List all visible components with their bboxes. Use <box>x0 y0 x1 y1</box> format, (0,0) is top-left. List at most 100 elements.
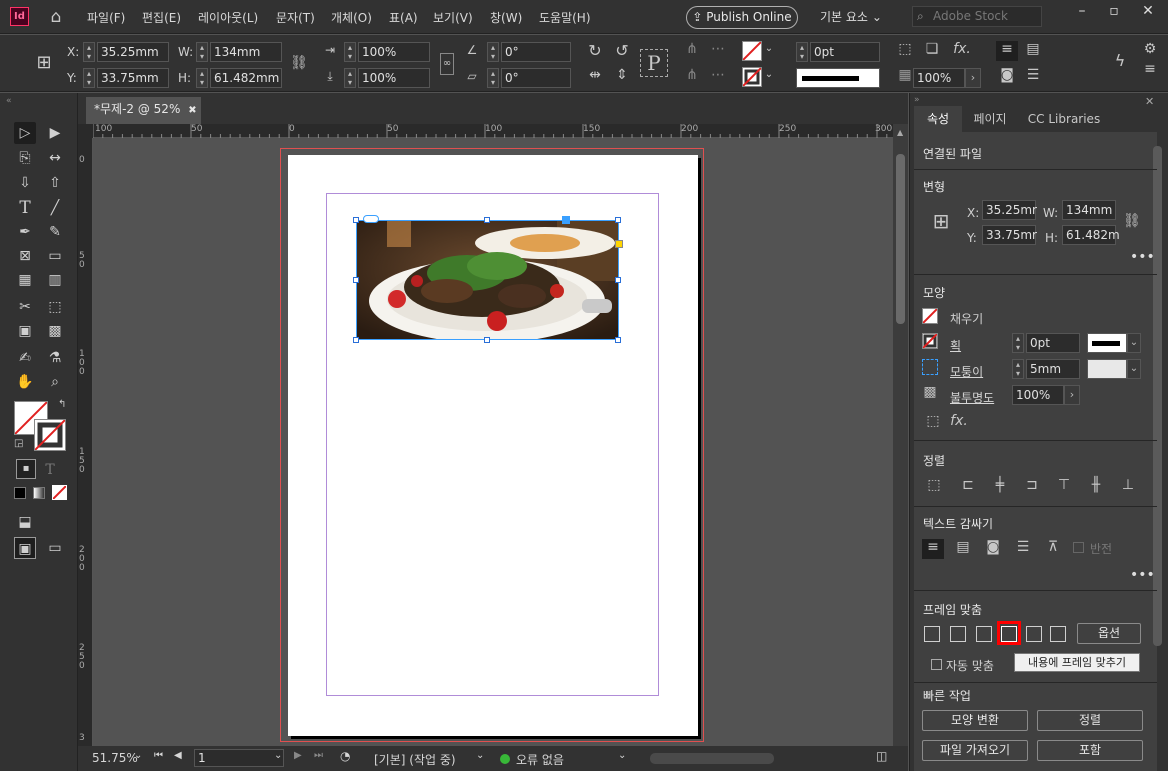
horizontal-scrollbar[interactable] <box>650 753 774 764</box>
fill-frame-proportionally-icon[interactable] <box>924 626 940 642</box>
selection-handle[interactable] <box>484 217 490 223</box>
align-button[interactable]: 정렬 <box>1037 710 1143 731</box>
fill-swatch[interactable] <box>742 41 762 61</box>
rotate-cw-icon[interactable]: ↻ <box>585 41 605 60</box>
select-previous-icon[interactable]: ⋔ <box>682 67 702 83</box>
invert-checkbox[interactable] <box>1073 542 1084 553</box>
panel-menu-icon[interactable]: ≡ <box>1142 61 1158 77</box>
note-tool-icon[interactable]: ✍ <box>14 347 36 369</box>
paragraph-p-icon[interactable]: P <box>640 49 668 77</box>
selection-handle[interactable] <box>615 217 621 223</box>
close-icon[interactable]: ✖ <box>188 105 196 116</box>
preflight-profile[interactable]: [기본] (작업 중) <box>374 751 456 768</box>
gradient-feather-tool-icon[interactable]: ▩ <box>44 320 66 342</box>
selection-handle[interactable] <box>615 277 621 283</box>
h-stepper[interactable]: ▴ ▾ <box>196 68 208 88</box>
panel-close-icon[interactable]: ✕ <box>1145 95 1154 108</box>
page-chevron-down-icon[interactable]: ⌄ <box>274 750 282 761</box>
panel-x-field[interactable]: 35.25mr <box>982 200 1037 220</box>
more-options-icon[interactable]: ••• <box>1130 567 1155 583</box>
scissors-tool-icon[interactable]: ✂ <box>14 296 36 318</box>
corner-chevron-down-icon[interactable]: ⌄ <box>1127 359 1141 379</box>
apply-color-icon[interactable] <box>14 487 26 499</box>
vertical-grid-tool-icon[interactable]: ▥ <box>44 269 66 291</box>
menu-window[interactable]: 창(W) <box>490 9 522 26</box>
selection-handle[interactable] <box>353 277 359 283</box>
scale-y-field[interactable]: 100% <box>358 68 430 88</box>
wrap-shape-icon[interactable]: ◙ <box>982 539 1004 555</box>
menu-edit[interactable]: 편집(E) <box>142 9 181 26</box>
apply-none-icon[interactable] <box>51 484 68 501</box>
convert-shape-button[interactable]: 모양 변환 <box>922 710 1028 731</box>
corner-size-field[interactable]: 5mm <box>1026 359 1080 379</box>
image-frame[interactable] <box>356 220 619 340</box>
frame-effects-icon[interactable]: ⬚ <box>895 41 915 57</box>
hand-tool-icon[interactable]: ✋ <box>14 371 36 393</box>
fit-content-to-frame-icon[interactable] <box>976 626 992 642</box>
stroke-type-select[interactable] <box>796 68 880 88</box>
last-page-icon[interactable]: ⏭ <box>314 750 323 761</box>
stroke-label[interactable]: 획 <box>950 337 961 354</box>
gradient-swatch-tool-icon[interactable]: ▣ <box>14 320 36 342</box>
scroll-thumb[interactable] <box>896 154 905 324</box>
panel-opacity-field[interactable]: 100% <box>1012 385 1064 405</box>
flip-vertical-icon[interactable]: ⇕ <box>612 67 632 83</box>
adobe-stock-search[interactable]: ⌕ Adobe Stock <box>912 6 1042 27</box>
place-file-button[interactable]: 파일 가져오기 <box>922 740 1028 761</box>
align-center-h-icon[interactable]: ╪ <box>990 477 1010 493</box>
wrap-next-column-icon[interactable]: ⊼ <box>1042 539 1064 555</box>
workspace-switcher[interactable]: 기본 요소 ⌄ <box>820 8 882 25</box>
align-top-icon[interactable]: ⊤ <box>1054 477 1074 493</box>
menu-layout[interactable]: 레이아웃(L) <box>198 9 258 26</box>
frame-effects-icon[interactable]: ⬚ <box>924 413 942 429</box>
selection-handle[interactable] <box>353 337 359 343</box>
more-options-icon[interactable]: ••• <box>1130 249 1155 265</box>
x-field[interactable]: 35.25mm <box>97 42 169 62</box>
tab-properties[interactable]: 속성 <box>914 106 962 132</box>
opacity-field[interactable]: 100% <box>913 68 965 88</box>
gear-icon[interactable]: ⚙ <box>1142 41 1158 57</box>
screen-mode-icon[interactable]: ▭ <box>44 537 66 559</box>
normal-screen-icon[interactable]: ▣ <box>14 537 36 559</box>
select-content-icon[interactable]: ⋯ <box>708 41 728 57</box>
constrain-proportions-icon[interactable]: ⛓ <box>290 55 308 71</box>
scroll-up-icon[interactable]: ▲ <box>897 128 903 137</box>
pen-tool-icon[interactable]: ✒ <box>14 221 36 243</box>
reference-point-icon[interactable]: ⊞ <box>928 209 954 233</box>
default-colors-icon[interactable]: ◲ <box>14 438 23 449</box>
stroke-chevron-down-icon[interactable]: ⌄ <box>763 69 775 80</box>
panel-stroke-weight-field[interactable]: 0pt <box>1026 333 1080 353</box>
w-stepper[interactable]: ▴ ▾ <box>196 42 208 62</box>
document-tab[interactable]: *무제-2 @ 52% ✖ <box>86 97 201 124</box>
wrap-bounding-icon[interactable]: ▤ <box>1022 41 1044 57</box>
maximize-button[interactable]: ▫ <box>1098 0 1130 24</box>
minimize-button[interactable]: – <box>1066 0 1098 24</box>
eyedropper-tool-icon[interactable]: ⚗ <box>44 347 66 369</box>
home-icon[interactable]: ⌂ <box>45 7 67 27</box>
previous-page-icon[interactable]: ◀ <box>174 750 182 761</box>
align-right-icon[interactable]: ⊐ <box>1022 477 1042 493</box>
stroke-swatch[interactable] <box>742 67 762 87</box>
fill-chevron-down-icon[interactable]: ⌄ <box>763 43 775 54</box>
preflight-icon[interactable]: ◔ <box>340 749 350 763</box>
corner-stepper[interactable]: ▴ ▾ <box>1012 359 1024 379</box>
stroke-color-swatch[interactable] <box>34 419 66 451</box>
shear-stepper[interactable]: ▴ ▾ <box>487 68 499 88</box>
wrap-none-icon[interactable]: ≡ <box>922 539 944 559</box>
auto-fit-checkbox[interactable] <box>931 659 942 670</box>
align-to-selection-icon[interactable]: ⬚ <box>924 477 944 493</box>
panel-fill-swatch[interactable] <box>922 308 938 324</box>
reference-point-icon[interactable]: ⊞ <box>32 52 56 76</box>
align-left-icon[interactable]: ⊏ <box>958 477 978 493</box>
content-placer-icon[interactable]: ⇧ <box>44 172 66 194</box>
collapse-icon[interactable]: » <box>914 95 920 105</box>
fit-content-proportionally-icon[interactable] <box>950 626 966 642</box>
selection-handle[interactable] <box>484 337 490 343</box>
format-text-icon[interactable]: T <box>40 459 60 479</box>
menu-type[interactable]: 문자(T) <box>276 9 315 26</box>
stroke-weight-field[interactable]: 0pt <box>810 42 880 62</box>
h-field[interactable]: 61.482mm <box>210 68 282 88</box>
scale-x-stepper[interactable]: ▴ ▾ <box>344 42 356 62</box>
menu-file[interactable]: 파일(F) <box>87 9 125 26</box>
select-container-icon[interactable]: ⋔ <box>682 41 702 57</box>
